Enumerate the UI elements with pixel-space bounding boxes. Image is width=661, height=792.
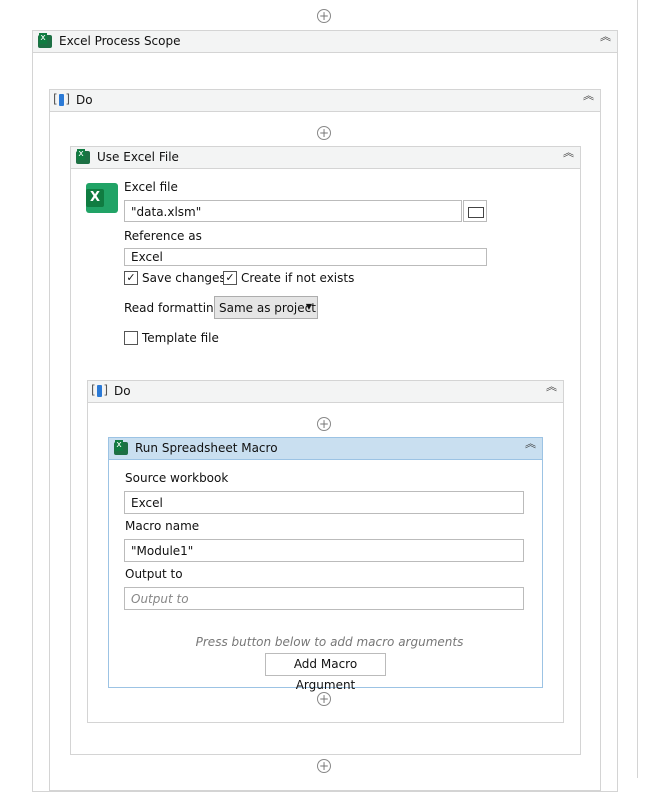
sequence-icon: [ ] xyxy=(53,92,70,106)
excel-file-input[interactable]: "data.xlsm" xyxy=(124,200,462,222)
excel-icon xyxy=(76,149,90,164)
add-activity-icon[interactable]: + xyxy=(317,759,331,773)
reference-as-label: Reference as xyxy=(124,229,202,243)
collapse-icon[interactable]: ︽ xyxy=(546,381,557,392)
template-file-label: Template file xyxy=(142,331,219,345)
canvas-edge xyxy=(637,0,638,778)
macro-header[interactable]: Run Spreadsheet Macro ︽ xyxy=(109,438,542,460)
source-workbook-input[interactable]: Excel xyxy=(124,491,524,514)
save-changes-label: Save changes xyxy=(142,271,226,285)
dropdown-arrow-icon: ▼ xyxy=(305,302,312,311)
use-excel-title: Use Excel File xyxy=(97,150,179,164)
read-formatting-value: Same as project xyxy=(219,301,316,315)
scope-header[interactable]: Excel Process Scope ︽ xyxy=(33,31,617,53)
add-activity-icon[interactable]: + xyxy=(317,417,331,431)
collapse-icon[interactable]: ︽ xyxy=(563,147,574,158)
collapse-icon[interactable]: ︽ xyxy=(600,31,611,42)
macro-title: Run Spreadsheet Macro xyxy=(135,441,278,455)
excel-icon xyxy=(114,440,128,455)
add-macro-argument-button[interactable]: Add Macro Argument xyxy=(265,653,386,692)
save-changes-checkbox[interactable]: ✓ xyxy=(124,271,138,285)
output-to-label: Output to xyxy=(125,567,183,581)
macro-name-label: Macro name xyxy=(125,519,200,533)
use-excel-header[interactable]: Use Excel File ︽ xyxy=(71,147,580,169)
macro-arguments-hint: Press button below to add macro argument… xyxy=(195,635,464,649)
collapse-icon[interactable]: ︽ xyxy=(525,438,536,449)
excel-icon xyxy=(38,33,52,48)
sequence-icon: [ ] xyxy=(91,383,108,397)
create-if-not-exists-checkbox[interactable]: ✓ xyxy=(223,271,237,285)
folder-icon xyxy=(468,207,484,218)
read-formatting-label: Read formatting xyxy=(124,301,222,315)
do-inner-header[interactable]: [ ] Do ︽ xyxy=(88,381,563,403)
excel-file-label: Excel file xyxy=(124,180,178,194)
add-activity-icon[interactable]: + xyxy=(317,9,331,23)
do-inner-title: Do xyxy=(114,384,131,398)
add-activity-icon[interactable]: + xyxy=(317,692,331,706)
output-to-input[interactable]: Output to xyxy=(124,587,524,610)
do-title: Do xyxy=(76,93,93,107)
add-activity-icon[interactable]: + xyxy=(317,126,331,140)
scope-title: Excel Process Scope xyxy=(59,34,181,48)
collapse-icon[interactable]: ︽ xyxy=(583,90,594,101)
template-file-checkbox[interactable] xyxy=(124,331,138,345)
browse-folder-button[interactable] xyxy=(463,200,487,222)
read-formatting-dropdown[interactable]: Same as project ▼ xyxy=(214,296,318,319)
macro-name-input[interactable]: "Module1" xyxy=(124,539,524,562)
excel-large-icon: X xyxy=(86,183,118,213)
reference-as-input[interactable]: Excel xyxy=(124,248,487,266)
source-workbook-label: Source workbook xyxy=(125,471,229,485)
do-header[interactable]: [ ] Do ︽ xyxy=(50,90,600,112)
create-if-not-exists-label: Create if not exists xyxy=(241,271,355,285)
